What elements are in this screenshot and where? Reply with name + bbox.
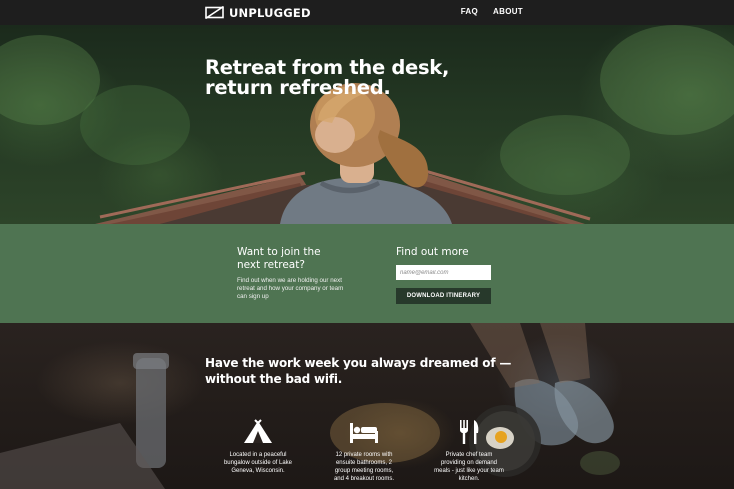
feature-text: Located in a peaceful bungalow outside o… [223, 452, 293, 474]
feature-item-chef: Private chef team providing on demand me… [434, 419, 504, 483]
nav-link-about[interactable]: ABOUT [493, 7, 523, 16]
features-title-line: Have the work week you always dreamed of… [205, 356, 512, 370]
join-heading: Want to join the next retreat? [237, 246, 347, 272]
bed-icon [350, 423, 378, 443]
join-heading-line: Want to join the [237, 246, 321, 258]
feature-item-location: Located in a peaceful bungalow outside o… [223, 419, 293, 475]
hero-title: Retreat from the desk, return refreshed. [205, 58, 505, 97]
hero-title-line: Retreat from the desk, [205, 56, 450, 79]
hero-title-line: return refreshed. [205, 75, 391, 99]
features-title-line: without the bad wifi. [205, 372, 343, 386]
hero-section: Retreat from the desk, return refreshed. [0, 25, 734, 224]
feature-item-rooms: 12 private rooms with ensuite bathrooms,… [329, 419, 399, 483]
fork-knife-icon [460, 420, 479, 444]
signup-section: Want to join the next retreat? Find out … [0, 224, 734, 323]
brand-name: UNPLUGGED [229, 5, 311, 20]
download-itinerary-button[interactable]: DOWNLOAD ITINERARY [396, 288, 491, 304]
hero-photo-woman-on-bridge [95, 83, 591, 224]
top-nav: UNPLUGGED FAQ ABOUT [0, 0, 734, 25]
unplugged-logo-icon [205, 6, 224, 19]
brand-logo-link[interactable]: UNPLUGGED [205, 5, 311, 20]
features-title: Have the work week you always dreamed of… [205, 355, 535, 387]
nav-link-faq[interactable]: FAQ [461, 7, 478, 16]
feature-text: 12 private rooms with ensuite bathrooms,… [333, 452, 395, 482]
nav-links: FAQ ABOUT [461, 7, 523, 16]
join-heading-line: next retreat? [237, 259, 305, 271]
find-out-more-heading: Find out more [396, 246, 469, 258]
feature-text: Private chef team providing on demand me… [434, 452, 504, 482]
email-field[interactable] [396, 265, 491, 280]
join-description: Find out when we are holding our next re… [237, 277, 344, 300]
features-section: Have the work week you always dreamed of… [0, 323, 734, 489]
tent-icon [244, 419, 272, 443]
